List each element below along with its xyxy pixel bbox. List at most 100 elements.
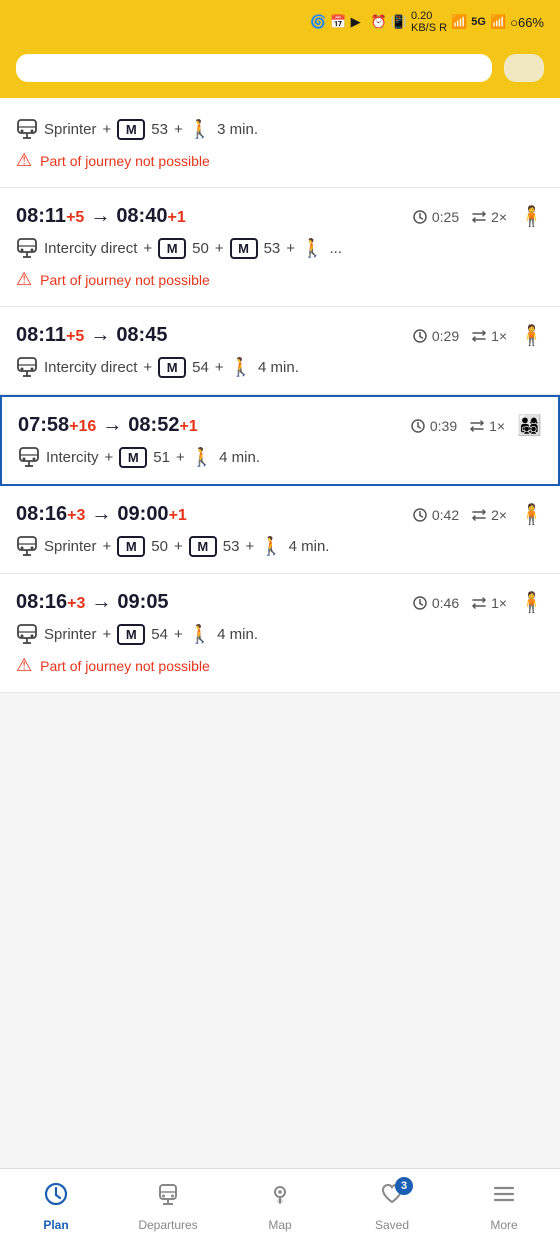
nav-item-more[interactable]: More [448, 1177, 560, 1236]
arrive-time: 08:40 [116, 205, 167, 228]
crowd-icon: 🧍 [519, 323, 544, 348]
journey-time-row-2: 07:58+16 → 08:52+1 0:39 [18, 413, 542, 438]
warning-icon-4: ⚠ [16, 655, 32, 676]
metro-badge-3-2: M [117, 536, 145, 557]
plus-2-3: + [176, 449, 185, 466]
nav-item-saved[interactable]: 3 Saved [336, 1177, 448, 1236]
arrive-time: 09:05 [117, 591, 168, 614]
nav-item-map[interactable]: Map [224, 1177, 336, 1236]
nav-item-departures[interactable]: Departures [112, 1177, 224, 1236]
warning-icon: ⚠ [16, 150, 32, 171]
arrive-delay: +1 [169, 507, 187, 525]
metro-badge-0-2: M [158, 238, 186, 259]
drone-icon: 🌀 [310, 14, 326, 30]
journey-item-4[interactable]: 08:16+3 → 09:05 0:46 [0, 574, 560, 693]
crowd-icon: 👨‍👩‍👧‍👦 [517, 413, 542, 438]
journey-item-1[interactable]: 08:11+5 → 08:45 0:29 [0, 307, 560, 395]
depart-time-2: 07:58 [18, 414, 69, 437]
arrow-1: → [90, 324, 110, 347]
nav-label-saved: Saved [375, 1218, 409, 1232]
time-section-1: 08:11+5 → 08:45 [16, 324, 167, 347]
plus-4-1: + [103, 626, 112, 643]
5g-label: 5G [471, 16, 486, 28]
metro-num-0-4: 53 [264, 240, 281, 257]
journey-meta-1: 0:29 1× 🧍 [412, 323, 544, 348]
journey-item-partial-top[interactable]: Sprinter + M 53 + 🚶 3 min. ⚠ Part of jou… [0, 98, 560, 188]
nav-label-departures: Departures [138, 1218, 197, 1232]
journey-item-0[interactable]: 08:11+5 → 08:40+1 0:25 [0, 188, 560, 307]
vibrate-icon: 📳 [391, 14, 407, 30]
depart-delay-4: +3 [67, 595, 85, 613]
arrive-time: 08:52 [128, 414, 179, 437]
journey-time-row-1: 08:11+5 → 08:45 0:29 [16, 323, 544, 348]
depart-time-4: 08:16 [16, 591, 67, 614]
transport-row-3: Sprinter+M50+M53+🚶4 min. [16, 535, 544, 557]
arrive-delay: +1 [179, 418, 197, 436]
transfers-0: 2× [471, 209, 507, 225]
arrive-time: 08:45 [116, 324, 167, 347]
journey-item-3[interactable]: 08:16+3 → 09:00+1 0:42 [0, 486, 560, 574]
calendar-icon: 📅 [330, 14, 346, 30]
journey-meta-2: 0:39 1× 👨‍👩‍👧‍👦 [410, 413, 542, 438]
crowd-icon: 🧍 [519, 502, 544, 527]
journey-meta-0: 0:25 2× 🧍 [412, 204, 544, 229]
walk-time-1-5: 4 min. [258, 359, 299, 376]
journey-list: Sprinter + M 53 + 🚶 3 min. ⚠ Part of jou… [0, 98, 560, 693]
metro-num-1-2: 54 [192, 359, 209, 376]
transfers-4: 1× [471, 595, 507, 611]
plus-1-1: + [143, 359, 152, 376]
time-section-2: 07:58+16 → 08:52+1 [18, 414, 198, 437]
journey-item-2[interactable]: 07:58+16 → 08:52+1 0:39 [0, 395, 560, 486]
departure-box[interactable] [16, 54, 492, 82]
crowd-icon: 🧍 [519, 204, 544, 229]
metro-badge-0-4: M [230, 238, 258, 259]
depart-time-3: 08:16 [16, 503, 67, 526]
train-icon-2 [18, 446, 40, 468]
bottom-nav: Plan Departures Map [0, 1168, 560, 1250]
warning-text: Part of journey not possible [40, 153, 210, 169]
saved-badge: 3 [395, 1177, 413, 1195]
nav-item-plan[interactable]: Plan [0, 1177, 112, 1236]
plus-3-1: + [103, 538, 112, 555]
transport-label-3-0: Sprinter [44, 538, 97, 555]
play-icon: ▶ [351, 14, 361, 30]
arrow-0: → [90, 205, 110, 228]
plus-4-3: + [174, 626, 183, 643]
arrive-delay: +1 [167, 209, 185, 227]
plus-3-3: + [174, 538, 183, 555]
arrive-time: 09:00 [117, 503, 168, 526]
signal-icon: 📶 [451, 14, 467, 30]
transfers-1: 1× [471, 328, 507, 344]
warning-icon-0: ⚠ [16, 269, 32, 290]
map-icon [267, 1181, 293, 1214]
metro-badge-53: M [117, 119, 145, 140]
transport-label-2-0: Intercity [46, 449, 99, 466]
transport-row-0: Intercity direct+M50+M53+🚶... [16, 237, 544, 259]
walk-icon-0-6: 🚶 [301, 238, 323, 259]
transport-row-2: Intercity+M51+🚶4 min. [18, 446, 542, 468]
metro-num-3-2: 50 [151, 538, 168, 555]
walk-icon-4-4: 🚶 [189, 624, 211, 645]
plus-1: + [103, 121, 112, 138]
warning-row-0: ⚠ Part of journey not possible [16, 269, 544, 290]
metro-num-53: 53 [151, 121, 168, 138]
metro-badge-3-4: M [189, 536, 217, 557]
metro-num-2-2: 51 [153, 449, 170, 466]
walk-time: 3 min. [217, 121, 258, 138]
transport-row-4: Sprinter+M54+🚶4 min. [16, 623, 544, 645]
plus-1-3: + [215, 359, 224, 376]
duration-4: 0:46 [412, 595, 459, 611]
header [0, 44, 560, 98]
depart-delay-1: +5 [66, 328, 84, 346]
wifi-icon: 📶 [490, 14, 506, 30]
duration-0: 0:25 [412, 209, 459, 225]
status-icons: 🌀 📅 ▶ ⏰ 📳 0.20KB/S R 📶 5G 📶 ○66% [310, 10, 544, 34]
alarm-icon: ⏰ [371, 14, 387, 30]
data-speed: 0.20KB/S R [411, 10, 447, 34]
nav-label-more: More [490, 1218, 517, 1232]
time-section-0: 08:11+5 → 08:40+1 [16, 205, 186, 228]
walk-icon-1-4: 🚶 [230, 357, 252, 378]
options-button[interactable] [504, 54, 544, 82]
depart-time-0: 08:11 [16, 205, 66, 228]
warning-row: ⚠ Part of journey not possible [16, 150, 544, 171]
